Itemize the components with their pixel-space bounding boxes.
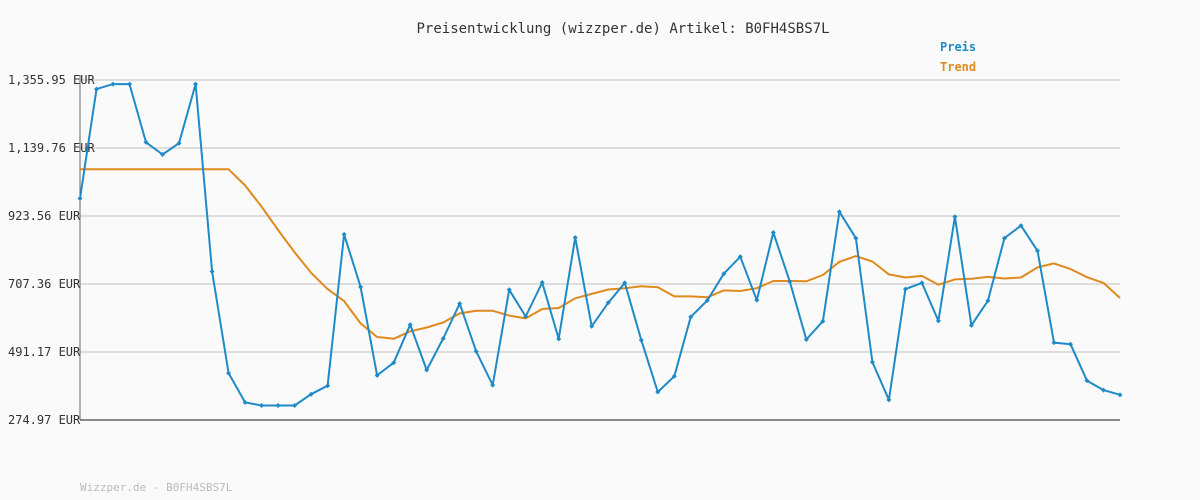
data-point xyxy=(770,230,776,236)
data-point xyxy=(556,336,562,342)
data-point xyxy=(94,86,100,92)
y-tick-label: 1,139.76 EUR xyxy=(8,141,95,155)
series-line-preis xyxy=(79,83,1121,407)
data-point xyxy=(127,81,133,87)
y-tick-label: 491.17 EUR xyxy=(8,345,81,359)
data-point xyxy=(77,196,83,202)
data-point xyxy=(275,403,281,409)
y-tick-label: 923.56 EUR xyxy=(8,209,81,223)
series-layer xyxy=(77,81,1123,409)
data-point xyxy=(572,235,578,241)
y-tick-label: 1,355.95 EUR xyxy=(8,73,95,87)
data-point xyxy=(1051,340,1057,346)
legend-preis: Preis xyxy=(940,40,976,54)
data-point xyxy=(358,284,364,290)
y-tick-label: 274.97 EUR xyxy=(8,413,81,427)
legend-trend: Trend xyxy=(940,60,976,74)
data-point xyxy=(110,81,116,87)
data-point xyxy=(193,81,199,87)
data-point xyxy=(341,231,347,237)
price-chart: 1,355.95 EUR 1,139.76 EUR 923.56 EUR 707.36… xyxy=(8,21,1123,494)
y-axis-tick-labels: 1,355.95 EUR 1,139.76 EUR 923.56 EUR 707.36… xyxy=(8,73,95,427)
data-point xyxy=(1117,392,1123,398)
data-point xyxy=(638,337,644,343)
y-tick-label: 707.36 EUR xyxy=(8,277,81,291)
footer-credit: Wizzper.de - B0FH4SBS7L xyxy=(80,481,233,494)
gridlines xyxy=(80,79,1120,353)
data-point xyxy=(209,269,215,275)
chart-title: Preisentwicklung (wizzper.de) Artikel: B… xyxy=(416,21,829,37)
data-point xyxy=(259,403,265,409)
